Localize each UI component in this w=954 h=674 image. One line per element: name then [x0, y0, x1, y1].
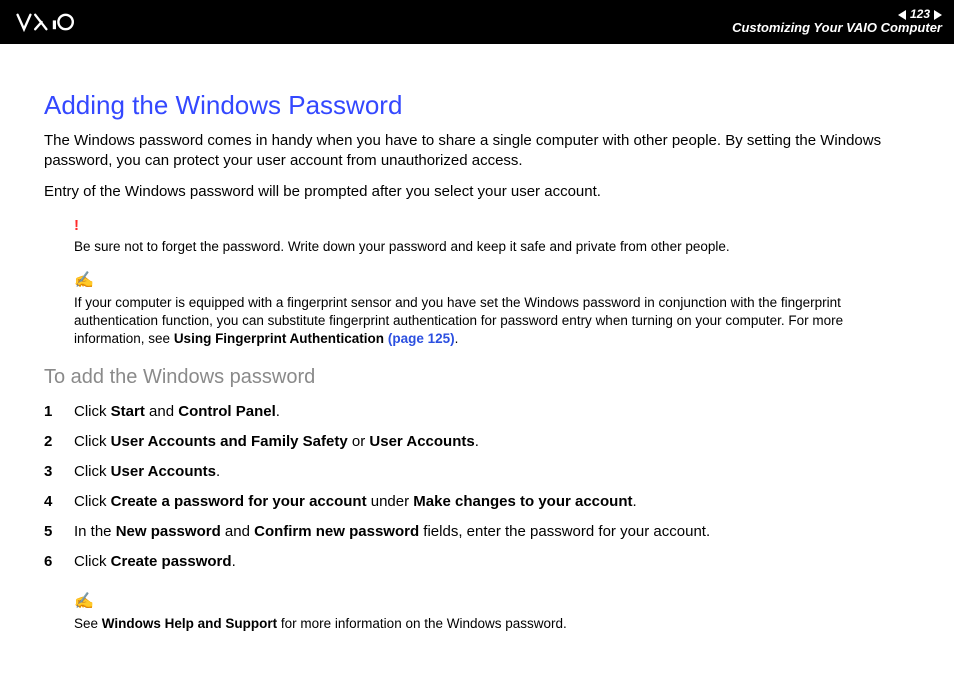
step-3: 3Click User Accounts. — [44, 457, 916, 487]
tip2-a: See — [74, 616, 102, 631]
procedure-title: To add the Windows password — [44, 366, 916, 389]
tip-note-1: ✍ If your computer is equipped with a fi… — [74, 270, 916, 348]
pen-icon: ✍ — [74, 270, 916, 292]
fingerprint-link[interactable]: (page 125) — [388, 331, 455, 346]
tip2-c: for more information on the Windows pass… — [277, 616, 567, 631]
step-4: 4Click Create a password for your accoun… — [44, 487, 916, 517]
tip1-bold: Using Fingerprint Authentication — [174, 331, 384, 346]
tip1-text-c: . — [455, 331, 459, 346]
tip-note-2: ✍ See Windows Help and Support for more … — [74, 591, 916, 633]
page-title: Adding the Windows Password — [44, 90, 916, 121]
header-right: 123 Customizing Your VAIO Computer — [732, 8, 942, 35]
exclamation-icon: ! — [74, 216, 916, 236]
step-6: 6Click Create password. — [44, 547, 916, 577]
intro-paragraph-2: Entry of the Windows password will be pr… — [44, 182, 916, 202]
vaio-logo — [16, 12, 112, 32]
warning-note: ! Be sure not to forget the password. Wr… — [74, 216, 916, 256]
page-content: Adding the Windows Password The Windows … — [0, 44, 954, 657]
next-page-arrow-icon[interactable] — [934, 10, 942, 20]
step-5: 5In the New password and Confirm new pas… — [44, 517, 916, 547]
section-name: Customizing Your VAIO Computer — [732, 21, 942, 35]
step-1: 1Click Start and Control Panel. — [44, 397, 916, 427]
steps-list: 1Click Start and Control Panel. 2Click U… — [44, 397, 916, 577]
prev-page-arrow-icon[interactable] — [898, 10, 906, 20]
pen-icon: ✍ — [74, 591, 916, 613]
intro-paragraph-1: The Windows password comes in handy when… — [44, 131, 916, 172]
warning-text: Be sure not to forget the password. Writ… — [74, 239, 730, 254]
step-2: 2Click User Accounts and Family Safety o… — [44, 427, 916, 457]
tip2-b: Windows Help and Support — [102, 616, 277, 631]
header-bar: 123 Customizing Your VAIO Computer — [0, 0, 954, 44]
